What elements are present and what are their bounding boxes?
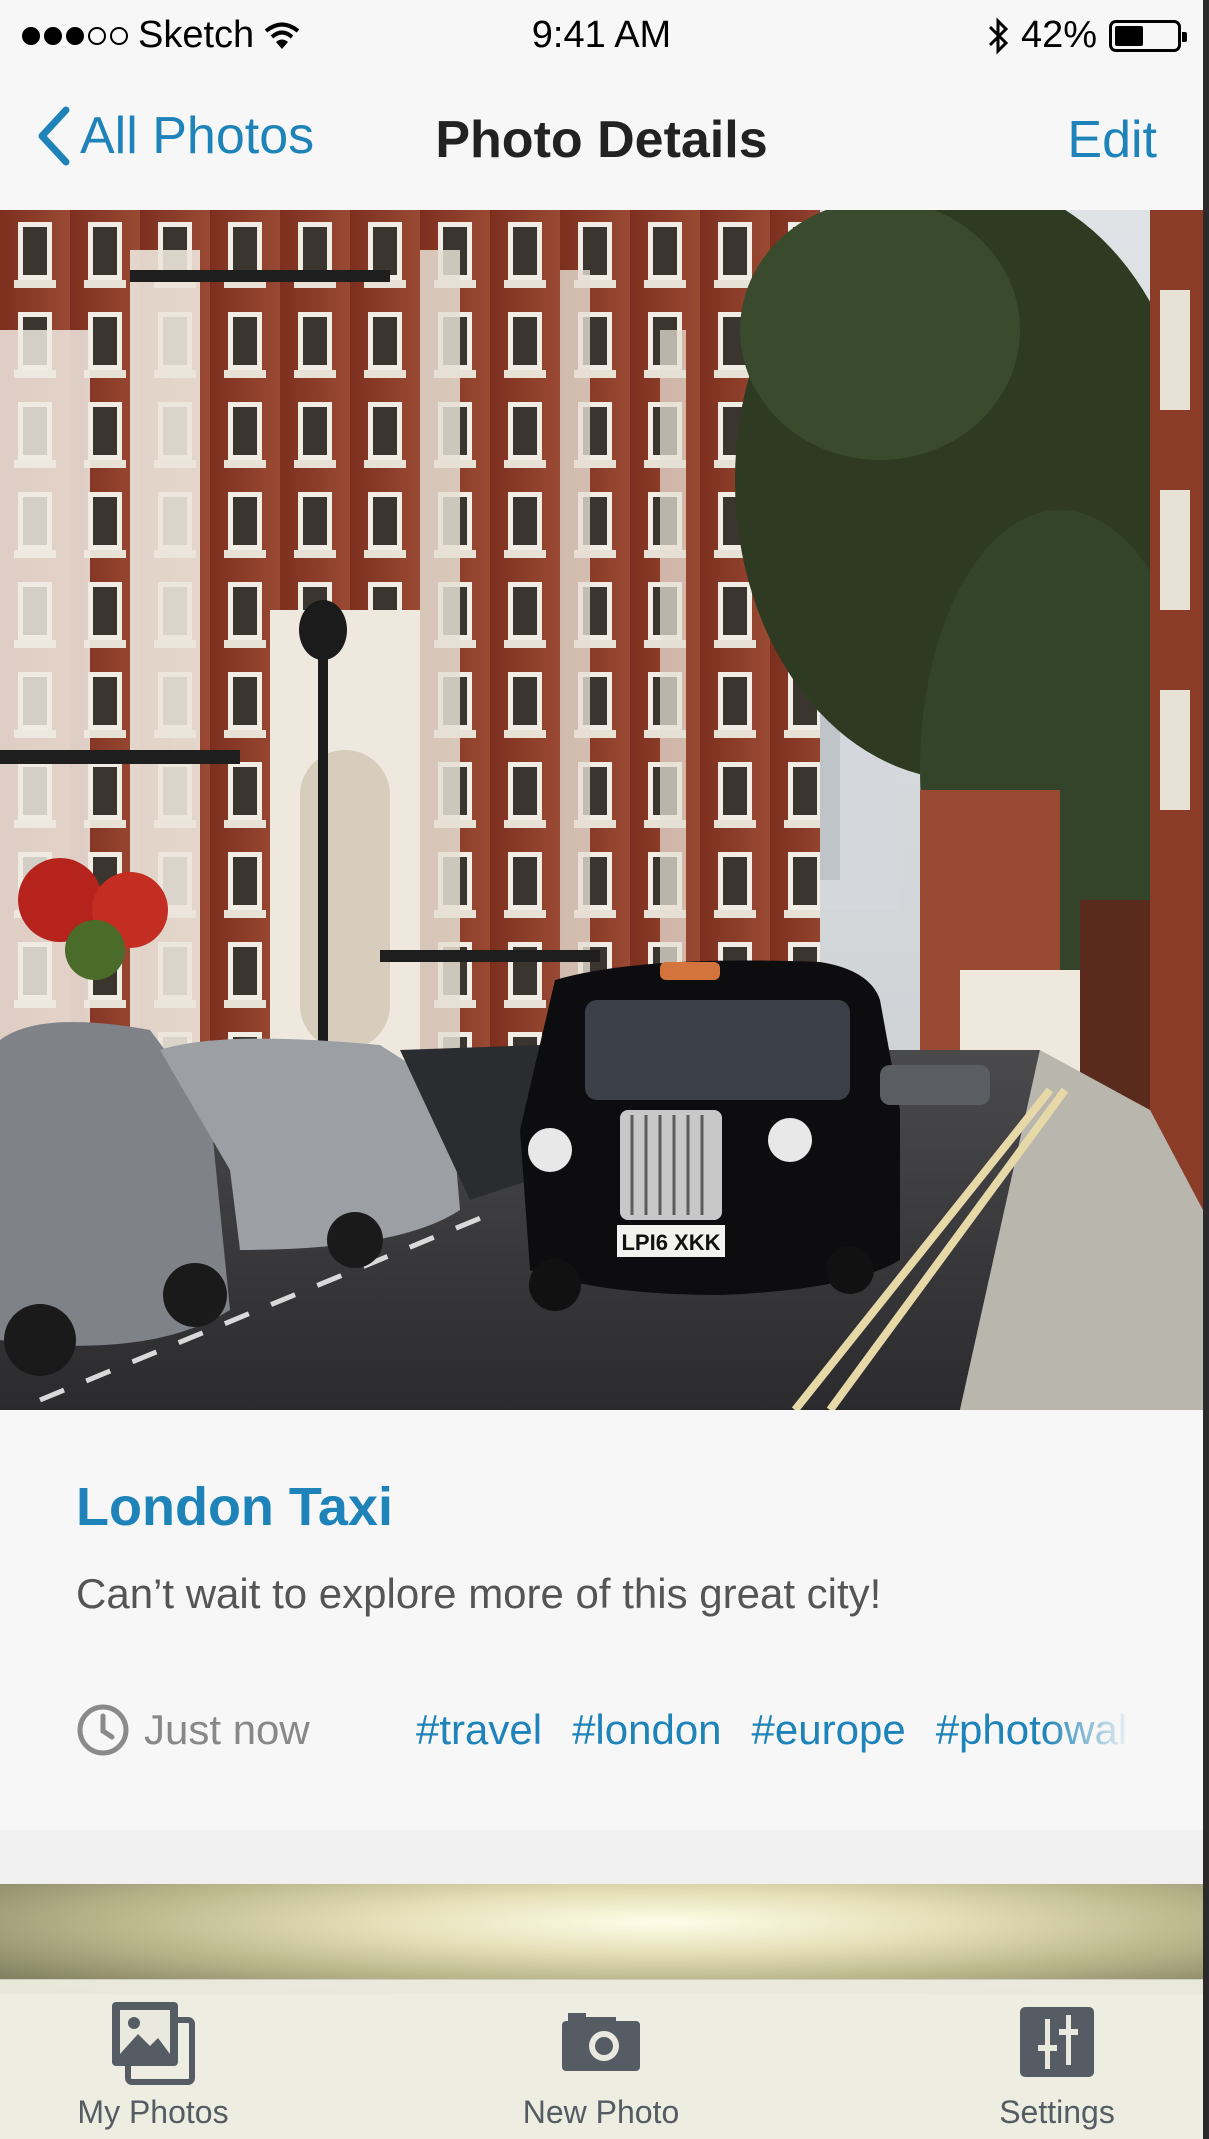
timestamp: Just now — [76, 1703, 416, 1757]
clock-icon — [77, 1704, 129, 1756]
battery-icon — [1109, 19, 1187, 52]
status-bar: Sketch 9:41 AM 42% — [0, 0, 1203, 72]
hashtag-photowalk[interactable]: #photowal — [936, 1706, 1127, 1754]
hashtag-london[interactable]: #london — [572, 1706, 721, 1754]
photo-caption: Can’t wait to explore more of this great… — [76, 1570, 882, 1617]
photo-meta: Just now #travel #london #europe #photow… — [76, 1700, 1133, 1760]
camera-icon — [562, 2013, 640, 2071]
photo-image[interactable]: LPI6 XKK — [0, 210, 1203, 1410]
tab-new-photo[interactable]: New Photo — [516, 1998, 686, 2131]
hashtag-list: #travel #london #europe #photowal — [416, 1706, 1133, 1754]
timestamp-label: Just now — [144, 1706, 310, 1753]
tab-settings[interactable]: Settings — [972, 1998, 1142, 2131]
photo-details-card: London Taxi Can’t wait to explore more o… — [0, 1410, 1203, 1832]
photos-icon — [112, 2002, 195, 2085]
hashtag-europe[interactable]: #europe — [752, 1706, 906, 1754]
edit-button[interactable]: Edit — [1067, 110, 1157, 170]
photo-title: London Taxi — [76, 1477, 393, 1537]
tab-bar: My Photos New Photo Settings — [0, 1979, 1203, 2139]
tab-my-photos[interactable]: My Photos — [68, 1998, 238, 2131]
card-separator — [0, 1830, 1203, 1884]
page-title: Photo Details — [435, 111, 768, 169]
status-right: 42% — [987, 14, 1187, 57]
hashtag-travel[interactable]: #travel — [416, 1706, 542, 1754]
tab-my-photos-label: My Photos — [77, 2094, 229, 2130]
license-plate-text: LPI6 XKK — [621, 1230, 720, 1255]
battery-percent: 42% — [1020, 14, 1097, 56]
screen: Sketch 9:41 AM 42% All Photos Photo Deta… — [0, 0, 1209, 2139]
settings-icon — [1020, 2007, 1094, 2077]
tab-settings-label: Settings — [999, 2094, 1115, 2130]
battery-fill — [1115, 25, 1143, 46]
next-photo-preview[interactable] — [0, 1884, 1203, 1994]
bluetooth-icon — [988, 16, 1009, 55]
navigation-bar: All Photos Photo Details Edit — [0, 72, 1203, 211]
tab-new-photo-label: New Photo — [522, 2094, 680, 2130]
